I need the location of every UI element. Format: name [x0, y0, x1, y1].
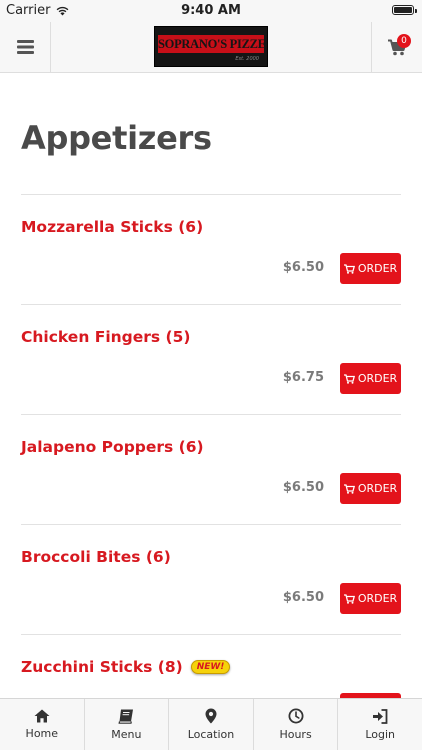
order-button[interactable]: ORDER [340, 363, 401, 394]
tab-label: Location [187, 728, 235, 741]
status-time: 9:40 AM [181, 3, 241, 18]
order-label: ORDER [357, 482, 398, 495]
tab-home[interactable]: Home [0, 699, 85, 750]
tab-label: Menu [111, 727, 142, 741]
cart-icon [343, 263, 355, 274]
menu-item-price: $6.50 [282, 590, 324, 605]
tab-hours[interactable]: Hours [254, 699, 339, 750]
battery-icon [392, 5, 417, 15]
cart-count-badge: 0 [397, 34, 411, 48]
tab-menu[interactable]: Menu [85, 699, 170, 750]
menu-item-price: $6.75 [282, 370, 324, 385]
tab-location[interactable]: Location [169, 699, 254, 750]
map-pin-icon [205, 708, 217, 724]
login-icon [373, 708, 388, 724]
app-header: SOPRANO'S PIZZERIA Est. 2000 0 [0, 22, 422, 73]
menu-item-name[interactable]: Mozzarella Sticks (6) [21, 218, 203, 236]
order-button[interactable]: ORDER [340, 583, 401, 614]
logo-text: SOPRANO'S PIZZERIA [158, 35, 264, 53]
order-label: ORDER [357, 262, 398, 275]
menu-item-price: $6.50 [282, 480, 324, 495]
menu-button[interactable] [0, 22, 51, 72]
tab-label: Hours [279, 728, 312, 741]
tab-label: Home [25, 727, 59, 740]
home-icon [34, 709, 50, 723]
cart-button[interactable]: 0 [371, 22, 422, 72]
divider [21, 414, 401, 415]
book-icon [118, 709, 134, 724]
tab-label: Login [365, 727, 396, 741]
cart-icon [343, 483, 355, 494]
cart-icon [343, 593, 355, 604]
divider [21, 304, 401, 305]
order-button[interactable]: ORDER [340, 473, 401, 504]
logo-subtext: Est. 2000 [235, 56, 259, 62]
restaurant-logo[interactable]: SOPRANO'S PIZZERIA Est. 2000 [154, 26, 268, 67]
menu-content[interactable]: Appetizers Mozzarella Sticks (6) $6.50 O… [0, 73, 422, 698]
page-title: Appetizers [21, 119, 212, 157]
clock-icon [288, 708, 304, 724]
menu-item-name[interactable]: Chicken Fingers (5) [21, 328, 191, 346]
menu-item-name[interactable]: Zucchini Sticks (8) NEW! [21, 658, 231, 676]
status-bar: Carrier 9:40 AM [0, 0, 422, 22]
menu-item-name[interactable]: Jalapeno Poppers (6) [21, 438, 204, 456]
bottom-tab-bar: Home Menu Location Hours Login [0, 698, 422, 750]
tab-login[interactable]: Login [338, 699, 422, 750]
divider [21, 524, 401, 525]
menu-item-name[interactable]: Broccoli Bites (6) [21, 548, 171, 566]
divider [21, 634, 401, 635]
order-label: ORDER [357, 372, 398, 385]
menu-item-price: $6.50 [282, 260, 324, 275]
divider [21, 194, 401, 195]
order-button[interactable]: ORDER [340, 253, 401, 284]
hamburger-icon [16, 40, 34, 54]
new-badge: NEW! [190, 660, 231, 674]
cart-icon [343, 373, 355, 384]
order-label: ORDER [357, 592, 398, 605]
